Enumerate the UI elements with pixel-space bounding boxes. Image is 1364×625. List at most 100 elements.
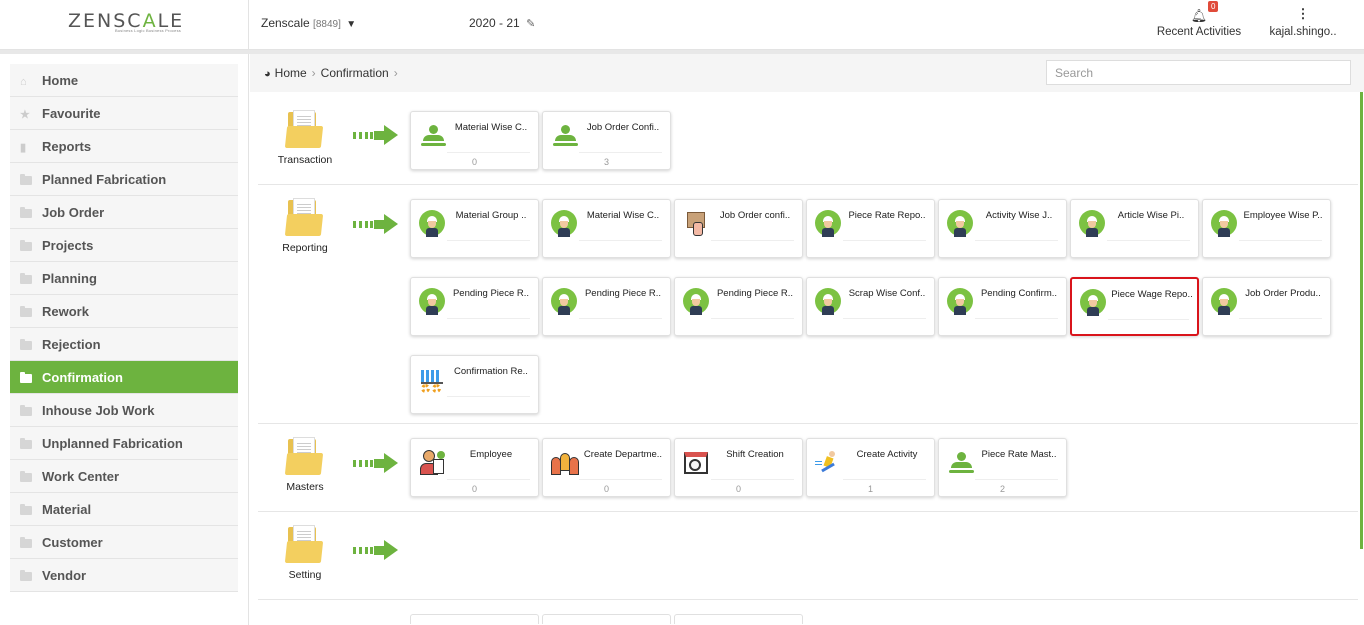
card-title: Piece Rate Mast..: [981, 449, 1057, 460]
dashboard-icon: ◕: [264, 68, 271, 80]
worker-icon: [1079, 210, 1107, 238]
sidebar-item-planned-fabrication[interactable]: Planned Fabrication: [10, 163, 238, 196]
sidebar-item-label: Reports: [42, 139, 92, 154]
worker-icon: [419, 210, 447, 238]
logo-area[interactable]: ZENSCALE Business Logic Business Process: [0, 0, 249, 50]
worker-icon: [947, 210, 975, 238]
sidebar-item-label: Planning: [42, 271, 97, 286]
next-section-partial: [258, 612, 1358, 625]
breadcrumb-home[interactable]: Home: [275, 66, 307, 80]
card-title: Piece Rate Repo..: [848, 210, 926, 221]
sidebar-item-label: Work Center: [42, 469, 120, 484]
sidebar-item-label: Vendor: [42, 568, 87, 583]
sidebar-item-favourite[interactable]: ★ Favourite: [10, 97, 238, 130]
user-menu[interactable]: ⋮ kajal.shingo..: [1265, 6, 1341, 38]
bell-icon: 🔔︎: [1190, 8, 1208, 23]
folder-icon: [20, 537, 32, 548]
star-icon: ★: [20, 108, 30, 121]
card-title: Create Departme..: [583, 449, 663, 460]
breadcrumb-separator: ›: [393, 66, 398, 80]
recent-activities-button[interactable]: 🔔︎ 0 Recent Activities: [1152, 1, 1246, 38]
breadcrumb-bar: ◕ Home › Confirmation ›: [250, 54, 1364, 92]
sidebar-item-material[interactable]: Material: [10, 493, 238, 526]
card-report[interactable]: Pending Confirm..: [938, 277, 1067, 336]
sidebar-item-projects[interactable]: Projects: [10, 229, 238, 262]
card-title: Piece Wage Repo..: [1111, 289, 1193, 300]
card-report[interactable]: Scrap Wise Conf..: [806, 277, 935, 336]
edit-icon[interactable]: ✎: [526, 18, 535, 30]
worker-icon: [551, 288, 579, 316]
folder-icon: [20, 240, 32, 251]
card-report[interactable]: Employee Wise P..: [1202, 199, 1331, 258]
card-report[interactable]: Job Order confi..: [674, 199, 803, 258]
sidebar-item-reports[interactable]: ▮ Reports: [10, 130, 238, 163]
sidebar-item-rework[interactable]: Rework: [10, 295, 238, 328]
chevron-down-icon: ▼: [346, 19, 357, 30]
sidebar-item-home[interactable]: ⌂ Home: [10, 64, 238, 97]
folder-open-icon[interactable]: [284, 525, 324, 565]
card-report[interactable]: Pending Piece R..: [542, 277, 671, 336]
card-title: Pending Piece R..: [452, 288, 530, 299]
card-report[interactable]: Article Wise Pi..: [1070, 199, 1199, 258]
financial-year: 2020 - 21: [469, 16, 520, 30]
folder-open-icon[interactable]: [284, 198, 324, 238]
card-title: Employee Wise P..: [1243, 210, 1323, 221]
card-shift-creation[interactable]: Shift Creation 0: [674, 438, 803, 497]
card-piece-rate-master[interactable]: Piece Rate Mast.. 2: [938, 438, 1067, 497]
sidebar-item-unplanned-fabrication[interactable]: Unplanned Fabrication: [10, 427, 238, 460]
sidebar-item-label: Rejection: [42, 337, 101, 352]
folder-icon: [20, 306, 32, 317]
section-label: Reporting: [282, 242, 328, 254]
folder-open-icon[interactable]: [284, 437, 324, 477]
sidebar-item-vendor[interactable]: Vendor: [10, 559, 238, 592]
sidebar-item-label: Job Order: [42, 205, 105, 220]
card-report[interactable]: Job Order Produ..: [1202, 277, 1331, 336]
card-create-activity[interactable]: Create Activity 1: [806, 438, 935, 497]
card-employee[interactable]: Employee 0: [410, 438, 539, 497]
sidebar-item-rejection[interactable]: Rejection: [10, 328, 238, 361]
section-label: Setting: [288, 569, 322, 581]
person-icon: [551, 122, 579, 150]
company-selector[interactable]: Zenscale [8849] ▼: [261, 16, 356, 30]
card-piece-wage-report[interactable]: Piece Wage Repo..: [1070, 277, 1199, 336]
sidebar-item-label: Rework: [42, 304, 89, 319]
username: kajal.shingo..: [1269, 26, 1337, 38]
sidebar-item-confirmation[interactable]: Confirmation: [10, 361, 238, 394]
card-create-department[interactable]: Create Departme.. 0: [542, 438, 671, 497]
arrow-right-icon: [353, 453, 399, 473]
sidebar-item-work-center[interactable]: Work Center: [10, 460, 238, 493]
sidebar-item-label: Material: [42, 502, 92, 517]
sidebar-item-label: Planned Fabrication: [42, 172, 167, 187]
search-input[interactable]: [1046, 60, 1351, 85]
scrollbar[interactable]: [1360, 92, 1363, 549]
sidebar-item-inhouse-job-work[interactable]: Inhouse Job Work: [10, 394, 238, 427]
folder-icon: [20, 504, 32, 515]
card-report[interactable]: Material Wise C..: [542, 199, 671, 258]
financial-year-selector[interactable]: 2020 - 21 ✎: [469, 16, 535, 30]
card-job-order-confirmation[interactable]: Job Order Confi.. 3: [542, 111, 671, 170]
sidebar-item-planning[interactable]: Planning: [10, 262, 238, 295]
card-material-wise-confirmation[interactable]: Material Wise C.. 0: [410, 111, 539, 170]
folder-icon: [20, 471, 32, 482]
card-report[interactable]: Piece Rate Repo..: [806, 199, 935, 258]
section-label: Masters: [286, 481, 324, 493]
folder-open-icon[interactable]: [284, 110, 324, 150]
breadcrumb-current[interactable]: Confirmation: [321, 66, 389, 80]
card-report[interactable]: Material Group ..: [410, 199, 539, 258]
card-title: Job Order confi..: [719, 210, 791, 221]
card-report[interactable]: Pending Piece R..: [410, 277, 539, 336]
card-title: Pending Piece R..: [716, 288, 794, 299]
sidebar-item-customer[interactable]: Customer: [10, 526, 238, 559]
card-count: 1: [867, 484, 873, 494]
employee-icon: [419, 449, 447, 477]
sidebar-item-job-order[interactable]: Job Order: [10, 196, 238, 229]
card-title: Create Activity: [856, 449, 918, 460]
sidebar-item-label: Confirmation: [42, 370, 123, 385]
arrow-right-icon: [353, 125, 399, 145]
card-title: Confirmation Re..: [454, 366, 528, 377]
section-reporting: Reporting Material Group .. Material Wis…: [258, 185, 1358, 424]
card-report[interactable]: Pending Piece R..: [674, 277, 803, 336]
card-report[interactable]: Activity Wise J..: [938, 199, 1067, 258]
breadcrumb: ◕ Home › Confirmation ›: [264, 66, 403, 80]
card-confirmation-report[interactable]: Confirmation Re..: [410, 355, 539, 414]
